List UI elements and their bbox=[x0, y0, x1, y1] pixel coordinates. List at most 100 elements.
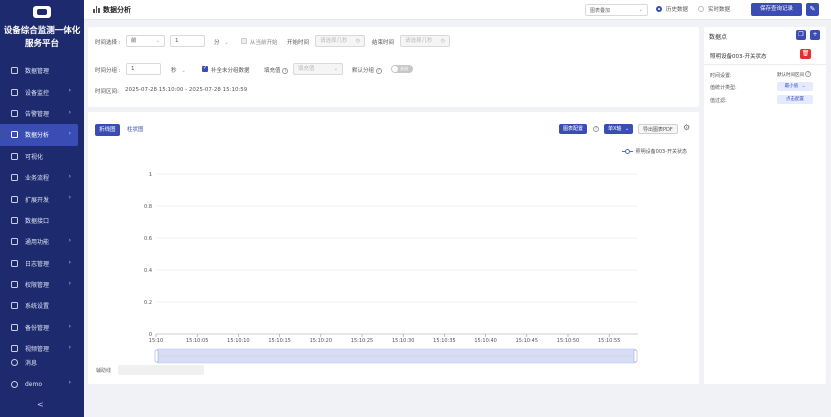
page-title: 数据分析 bbox=[103, 6, 131, 14]
grid-icon bbox=[11, 238, 18, 246]
delete-icon[interactable]: 🗑 bbox=[800, 49, 811, 59]
sidebar-item-8[interactable]: 通用功能 › bbox=[0, 231, 84, 252]
time-setting-label: 时间设置: bbox=[710, 73, 732, 79]
sidebar-item-4[interactable]: 可视化 bbox=[0, 146, 84, 167]
time-group-input[interactable]: 1 bbox=[126, 63, 161, 75]
time-unit-select[interactable]: 分 ⌄ bbox=[214, 38, 229, 46]
from-now-label: 从当前开始 bbox=[250, 40, 278, 46]
from-now-checkbox[interactable] bbox=[241, 38, 247, 44]
sidebar-item-12[interactable]: 备份管理 › bbox=[0, 317, 84, 338]
sidebar-item-label: 日志管理 bbox=[25, 260, 50, 268]
line-chart: 00.20.40.60.8115:10 15:10:05 15:10:10 15:10… bbox=[144, 172, 638, 364]
time-setting-value[interactable]: 默认时间区间 bbox=[777, 72, 804, 78]
chevron-right-icon: › bbox=[68, 130, 71, 138]
end-time-input[interactable]: 请选择几秒 ◷ bbox=[400, 35, 450, 47]
gear-icon bbox=[11, 302, 18, 310]
chart-mode-value: 图表叠加 bbox=[590, 8, 611, 14]
sidebar-item-6[interactable]: 扩展开发 › bbox=[0, 188, 84, 209]
time-count-input[interactable]: 1 bbox=[170, 35, 205, 47]
fill-value-label-text: 填充值 bbox=[264, 68, 281, 74]
zoom-handle-right[interactable] bbox=[633, 349, 638, 363]
x-tick-label: 15:10 bbox=[149, 338, 163, 344]
code-icon bbox=[11, 195, 18, 203]
aux-line-input[interactable] bbox=[118, 365, 204, 375]
fill-missing-checkbox[interactable] bbox=[202, 65, 208, 72]
divider bbox=[704, 64, 826, 65]
time-group-unit-select[interactable]: 秒 ⌄ bbox=[171, 66, 186, 74]
data-point-device: 照明设备003-开关状态 bbox=[710, 54, 767, 60]
help-icon[interactable]: ? bbox=[805, 70, 811, 77]
copy-icon[interactable]: ❐ bbox=[796, 30, 806, 40]
sidebar-item-3[interactable]: 数据分析 › bbox=[0, 124, 78, 146]
x-tick-label: 15:10:30 bbox=[392, 338, 414, 344]
stat-type-select[interactable]: 最小值 ⌄ bbox=[777, 82, 813, 91]
message-icon bbox=[11, 359, 18, 367]
x-tick-label: 15:10:35 bbox=[433, 338, 455, 344]
end-time-label: 结束时间 bbox=[372, 40, 395, 46]
chevron-right-icon: › bbox=[68, 279, 71, 287]
x-tick-label: 15:10:10 bbox=[227, 338, 249, 344]
chevron-down-icon: ⌄ bbox=[638, 7, 643, 13]
sidebar-item-label: 可视化 bbox=[25, 153, 44, 161]
time-direction-select[interactable]: 前 ⌄ bbox=[126, 35, 165, 47]
sidebar-item-label: 系统设置 bbox=[25, 303, 50, 311]
sidebar-item-label: 备份管理 bbox=[25, 324, 50, 332]
sidebar-item-messages[interactable]: 消息 bbox=[0, 352, 84, 373]
sidebar-item-10[interactable]: 权限管理 › bbox=[0, 274, 84, 295]
chevron-right-icon: › bbox=[68, 108, 71, 116]
chevron-right-icon: › bbox=[68, 172, 71, 180]
app-title-line2: 服务平台 bbox=[24, 39, 59, 49]
aux-line-label: 辅助线 bbox=[96, 368, 112, 374]
radio-history-data[interactable]: 历史数据 bbox=[656, 5, 688, 13]
chart-mode-select[interactable]: 图表叠加 ⌄ bbox=[585, 4, 648, 16]
database-icon bbox=[11, 67, 18, 75]
add-icon[interactable]: + bbox=[810, 30, 820, 40]
sidebar-item-11[interactable]: 系统设置 bbox=[0, 295, 84, 316]
page-header: 数据分析 图表叠加 ⌄ 历史数据 实时数据 保存查询记录 ✎ bbox=[84, 0, 831, 20]
x-tick-label: 15:10:25 bbox=[351, 338, 373, 344]
value-filter-button[interactable]: 点击配置 bbox=[777, 95, 813, 104]
value-filter-label: 值过滤: bbox=[710, 98, 727, 104]
save-query-button[interactable]: 保存查询记录 bbox=[751, 3, 802, 16]
backup-icon bbox=[11, 323, 18, 331]
chevron-right-icon: › bbox=[68, 87, 71, 95]
start-time-label: 开始时间 bbox=[287, 40, 310, 46]
stat-type-value: 最小值 bbox=[784, 84, 799, 89]
sidebar-item-0[interactable]: 数据管理 bbox=[0, 60, 84, 81]
x-tick-label: 15:10:20 bbox=[310, 338, 332, 344]
sidebar-item-5[interactable]: 业务流程 › bbox=[0, 167, 84, 188]
data-points-title: 数据点 bbox=[709, 34, 728, 41]
sidebar-item-2[interactable]: 告警管理 › bbox=[0, 103, 84, 124]
sidebar-item-label: 设备监控 bbox=[25, 89, 50, 97]
radio-label: 实时数据 bbox=[708, 7, 731, 13]
end-time-placeholder: 请选择几秒 bbox=[405, 38, 433, 44]
chevron-down-icon: ⌄ bbox=[181, 68, 186, 74]
start-time-placeholder: 请选择几秒 bbox=[320, 38, 348, 44]
monitor-icon bbox=[11, 88, 18, 96]
zoom-handle-left[interactable] bbox=[154, 349, 159, 363]
chevron-right-icon: › bbox=[68, 194, 71, 202]
default-group-toggle[interactable]: 关闭 bbox=[391, 65, 413, 73]
radio-realtime-data[interactable]: 实时数据 bbox=[698, 5, 730, 13]
collapse-sidebar-button[interactable]: < bbox=[37, 400, 44, 409]
sidebar: 设备综合监测一体化 服务平台 数据管理 设备监控 › 告警管理 › 数据分析 › 可视化 业务流… bbox=[0, 0, 84, 417]
x-tick-label: 15:10:45 bbox=[516, 338, 538, 344]
sidebar-item-1[interactable]: 设备监控 › bbox=[0, 81, 84, 102]
edit-icon[interactable]: ✎ bbox=[806, 3, 819, 16]
app-title-line1: 设备综合监测一体化 bbox=[3, 26, 81, 36]
sidebar-item-9[interactable]: 日志管理 › bbox=[0, 253, 84, 274]
sidebar-item-user[interactable]: demo › bbox=[0, 373, 84, 394]
fill-value-input[interactable]: 填充值 ⌄ bbox=[293, 63, 343, 75]
y-tick-label: 0.2 bbox=[144, 300, 152, 306]
sidebar-menu: 数据管理 设备监控 › 告警管理 › 数据分析 › 可视化 业务流程 › 扩展开发 › 数据接口 通用功能… bbox=[0, 60, 84, 359]
start-time-input[interactable]: 请选择几秒 ◷ bbox=[315, 35, 365, 47]
app-logo bbox=[33, 6, 51, 18]
sidebar-item-label: 数据管理 bbox=[25, 68, 50, 76]
sidebar-item-7[interactable]: 数据接口 bbox=[0, 210, 84, 231]
stat-type-label: 值统计类型: bbox=[710, 85, 737, 91]
help-icon[interactable]: ? bbox=[375, 67, 382, 74]
default-group-label: 默认分组 ? bbox=[352, 66, 382, 74]
chart-panel: 折线图 柱状图 图表配置 ? 单X轴 ⌄ 导出图表PDF ⚙ 照明设备003-开… bbox=[88, 112, 699, 384]
default-group-label-text: 默认分组 bbox=[352, 68, 375, 74]
help-icon[interactable]: ? bbox=[282, 67, 289, 74]
